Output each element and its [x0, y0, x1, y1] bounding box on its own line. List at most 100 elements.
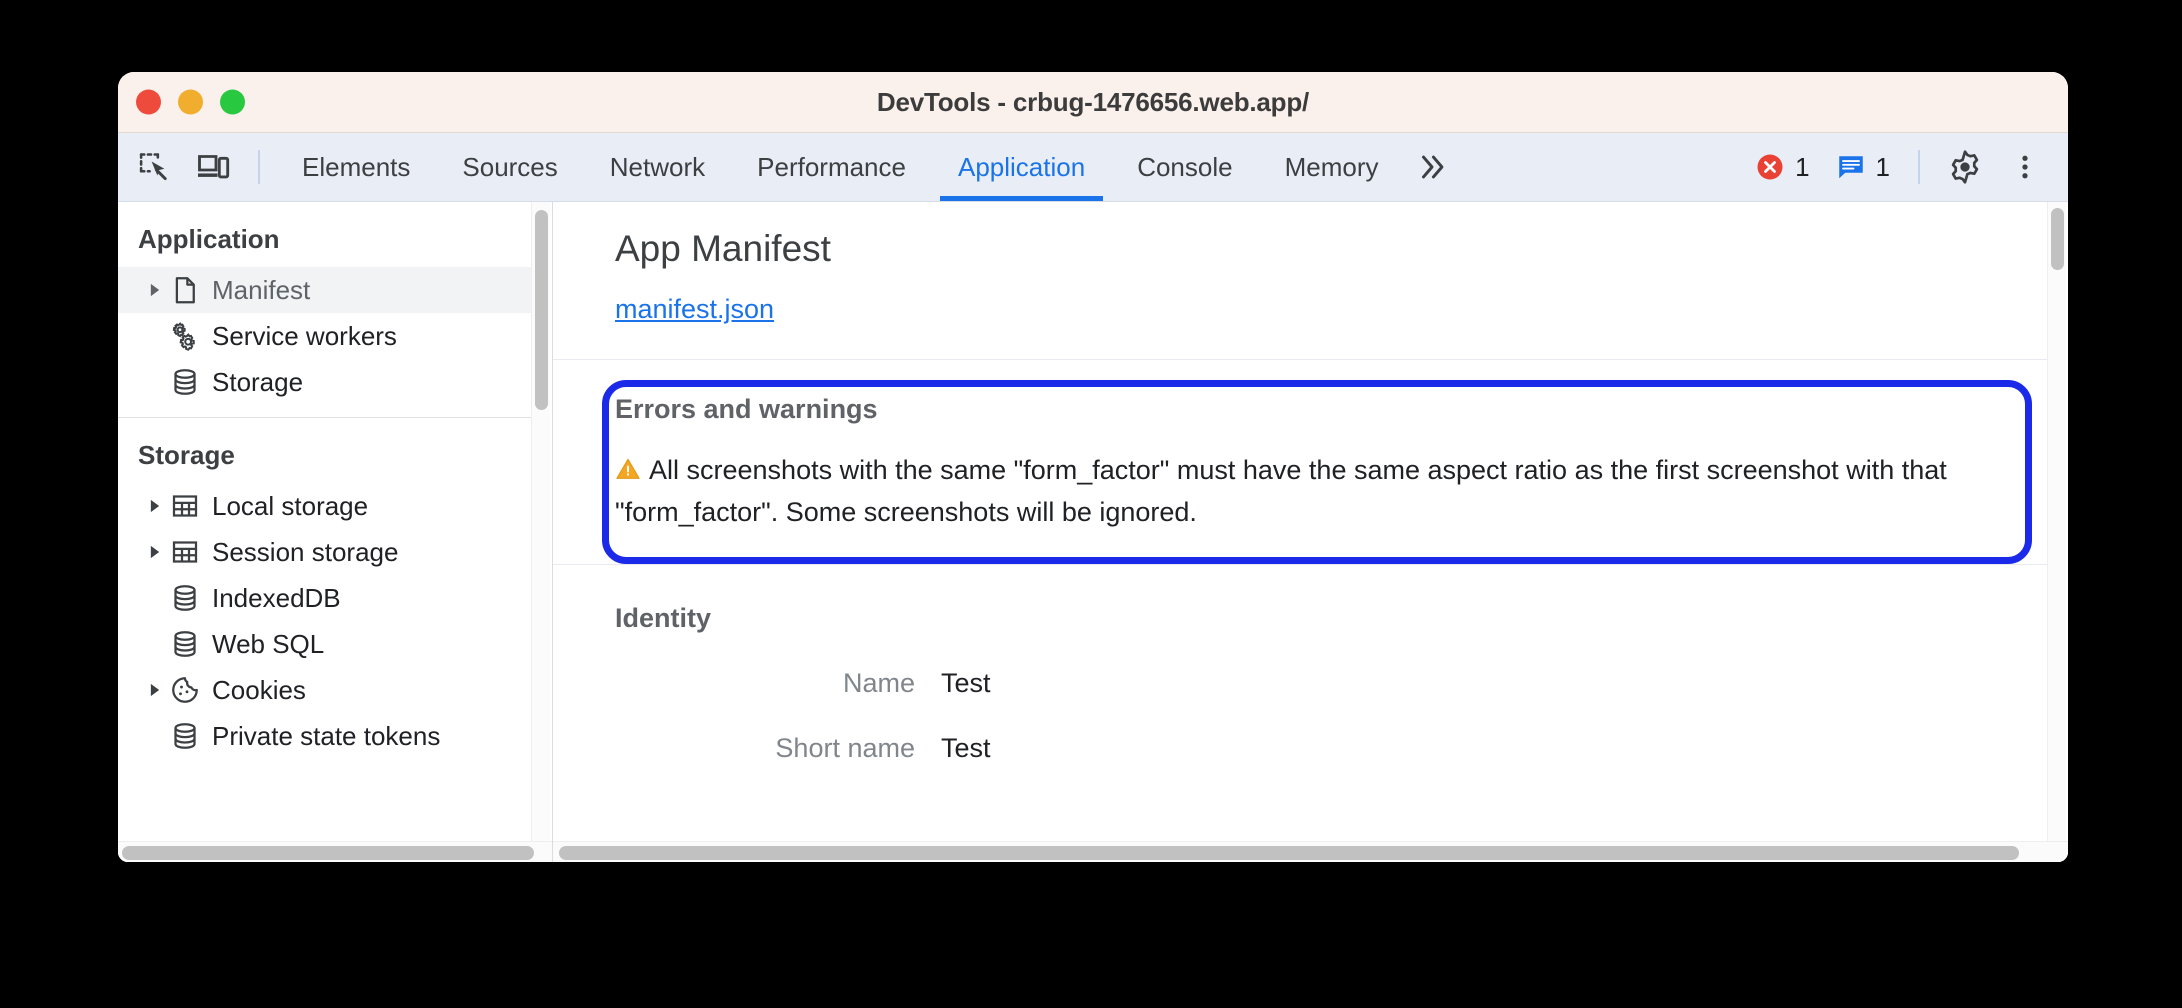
manifest-content-panel: App Manifest manifest.json Errors and wa…	[553, 202, 2068, 862]
identity-row-short-name: Short name Test	[615, 733, 2048, 764]
sidebar-horizontal-scrollbar-thumb[interactable]	[122, 846, 534, 860]
cookie-icon	[168, 675, 202, 705]
expand-triangle-icon[interactable]	[142, 282, 168, 298]
tab-console[interactable]: Console	[1111, 133, 1258, 201]
sidebar-item-private-state-tokens[interactable]: Private state tokens	[118, 713, 534, 759]
error-count: 1	[1795, 151, 1810, 182]
sidebar-item-label: Cookies	[212, 674, 306, 705]
message-counter[interactable]: 1	[1824, 152, 1902, 183]
tab-label: Console	[1137, 151, 1233, 182]
devtools-toolbar: Elements Sources Network Performance App…	[118, 133, 2068, 202]
error-circle-icon	[1757, 154, 1783, 180]
gear-icon	[1951, 150, 1979, 184]
tab-label: Elements	[302, 151, 411, 182]
sidebar-item-label: IndexedDB	[212, 582, 341, 613]
database-icon	[168, 721, 202, 751]
device-toolbar-icon	[198, 155, 230, 179]
settings-button[interactable]	[1936, 138, 1994, 196]
more-tabs-button[interactable]	[1405, 150, 1465, 184]
sidebar-horizontal-scrollbar[interactable]	[118, 841, 552, 862]
main-horizontal-scrollbar-thumb[interactable]	[559, 846, 2019, 860]
minimize-window-button[interactable]	[178, 89, 203, 115]
tab-network[interactable]: Network	[584, 133, 731, 201]
toolbar-divider	[258, 150, 260, 184]
sidebar-item-web-sql[interactable]: Web SQL	[118, 621, 534, 667]
document-icon	[168, 275, 202, 305]
page-title: App Manifest	[615, 228, 831, 269]
expand-triangle-icon[interactable]	[142, 498, 168, 514]
tab-sources[interactable]: Sources	[436, 133, 583, 201]
warning-triangle-icon	[615, 454, 641, 493]
main-vertical-scrollbar-thumb[interactable]	[2051, 208, 2064, 270]
sidebar-item-cookies[interactable]: Cookies	[118, 667, 534, 713]
window-titlebar: DevTools - crbug-1476656.web.app/	[118, 72, 2068, 133]
warning-message-text: All screenshots with the same "form_fact…	[615, 455, 1947, 528]
sidebar-group-application: Application Manifest Service workers Sto…	[118, 202, 534, 418]
sidebar-item-label: Web SQL	[212, 628, 325, 659]
table-icon	[168, 537, 202, 567]
manifest-header-section: App Manifest manifest.json	[553, 202, 2048, 360]
sidebar-vertical-scrollbar[interactable]	[531, 202, 550, 842]
identity-section-title: Identity	[615, 603, 712, 634]
sidebar-item-service-workers[interactable]: Service workers	[118, 313, 534, 359]
sidebar-item-label: Manifest	[212, 274, 311, 305]
identity-row-name: Name Test	[615, 668, 2048, 699]
tab-label: Network	[609, 151, 706, 182]
identity-section: Identity Name Test Short name Test	[553, 565, 2048, 764]
error-counter[interactable]: 1	[1743, 152, 1821, 183]
tab-memory[interactable]: Memory	[1259, 133, 1405, 201]
tab-label: Application	[957, 151, 1086, 182]
manifest-json-link[interactable]: manifest.json	[615, 294, 774, 325]
database-icon	[168, 583, 202, 613]
sidebar-item-local-storage[interactable]: Local storage	[118, 483, 534, 529]
tab-label: Memory	[1284, 151, 1379, 182]
toolbar-right-actions: 1 1	[1743, 138, 2068, 196]
more-options-button[interactable]	[1996, 138, 2054, 196]
errors-section-title: Errors and warnings	[615, 394, 878, 424]
errors-and-warnings-section: Errors and warnings All screenshots with…	[553, 360, 2048, 566]
sidebar-item-session-storage[interactable]: Session storage	[118, 529, 534, 575]
message-count: 1	[1875, 151, 1890, 182]
field-value: Test	[941, 733, 991, 764]
sidebar-item-label: Session storage	[212, 536, 399, 567]
sidebar-item-storage-app[interactable]: Storage	[118, 359, 534, 405]
sidebar-item-label: Service workers	[212, 320, 397, 351]
field-label: Name	[842, 668, 915, 699]
sidebar-item-indexeddb[interactable]: IndexedDB	[118, 575, 534, 621]
main-horizontal-scrollbar[interactable]	[553, 841, 2068, 862]
traffic-lights	[136, 89, 245, 115]
tab-performance[interactable]: Performance	[731, 133, 932, 201]
tab-label: Performance	[757, 151, 906, 182]
application-sidebar: Application Manifest Service workers Sto…	[118, 202, 553, 862]
sidebar-section-title-storage: Storage	[138, 440, 235, 470]
window-title: DevTools - crbug-1476656.web.app/	[876, 86, 1310, 117]
device-toolbar-button[interactable]	[184, 138, 242, 196]
sidebar-item-label: Private state tokens	[212, 720, 441, 751]
table-icon	[168, 491, 202, 521]
sidebar-section-title-application: Application	[138, 224, 280, 254]
field-label: Short name	[775, 733, 915, 764]
sidebar-scroll-content: Application Manifest Service workers Sto…	[118, 202, 534, 842]
sidebar-item-label: Storage	[212, 366, 304, 397]
maximize-window-button[interactable]	[220, 89, 245, 115]
expand-triangle-icon[interactable]	[142, 544, 168, 560]
errors-block: Errors and warnings All screenshots with…	[615, 360, 2048, 564]
inspect-element-button[interactable]	[126, 138, 184, 196]
tab-label: Sources	[462, 151, 558, 182]
panel-body: Application Manifest Service workers Sto…	[118, 202, 2068, 862]
tab-elements[interactable]: Elements	[276, 133, 436, 201]
database-icon	[168, 629, 202, 659]
chevron-double-right-icon	[1421, 155, 1443, 179]
expand-triangle-icon[interactable]	[142, 682, 168, 698]
message-bubble-icon	[1838, 156, 1863, 179]
gears-icon	[168, 321, 202, 351]
sidebar-item-label: Local storage	[212, 490, 369, 521]
sidebar-vertical-scrollbar-thumb[interactable]	[535, 210, 548, 410]
three-dot-menu-icon	[2022, 155, 2028, 179]
toolbar-divider-right	[1918, 150, 1920, 184]
tab-application[interactable]: Application	[932, 133, 1111, 201]
main-vertical-scrollbar[interactable]	[2047, 202, 2066, 842]
sidebar-group-storage: Storage Local storage Session storage In…	[118, 418, 534, 771]
close-window-button[interactable]	[136, 89, 161, 115]
sidebar-item-manifest[interactable]: Manifest	[118, 267, 534, 313]
